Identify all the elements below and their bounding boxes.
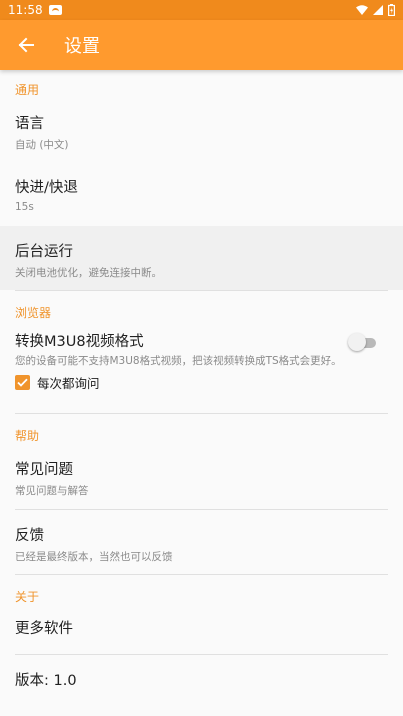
status-time: 11:58 bbox=[8, 3, 43, 17]
section-header-about: 关于 bbox=[15, 590, 40, 604]
pref-version[interactable]: 版本: 1.0 bbox=[0, 655, 403, 705]
pref-version-title: 版本: 1.0 bbox=[15, 673, 77, 689]
pref-background-run-summary: 关闭电池优化，避免连接中断。 bbox=[15, 267, 162, 279]
pref-feedback[interactable]: 反馈 已经是最终版本，当然也可以反馈 bbox=[0, 510, 403, 574]
settings-list: 通用 语言 自动 (中文) 快进/快退 15s 后台运行 关闭电池优化，避免连接… bbox=[0, 70, 403, 705]
ask-every-time-checkbox[interactable] bbox=[15, 375, 30, 390]
status-bar: 11:58 bbox=[0, 0, 403, 20]
pref-faq-title: 常见问题 bbox=[15, 462, 73, 478]
ask-every-time-row[interactable]: 每次都询问 bbox=[15, 373, 403, 392]
pref-faq[interactable]: 常见问题 常见问题与解答 bbox=[0, 444, 403, 509]
status-bar-right bbox=[356, 4, 395, 16]
pref-seek-title: 快进/快退 bbox=[15, 180, 78, 196]
app-notification-icon bbox=[48, 5, 62, 15]
pref-convert-m3u8-summary: 您的设备可能不支持M3U8格式视频，把该视频转换成TS格式会更好。 bbox=[15, 355, 342, 367]
pref-feedback-summary: 已经是最终版本，当然也可以反馈 bbox=[15, 551, 173, 563]
battery-icon bbox=[388, 4, 395, 16]
switch-thumb bbox=[348, 333, 366, 351]
pref-background-run-title: 后台运行 bbox=[15, 244, 73, 260]
pref-faq-summary: 常见问题与解答 bbox=[15, 485, 89, 497]
pref-seek[interactable]: 快进/快退 15s bbox=[0, 162, 403, 226]
app-toolbar: 设置 bbox=[0, 20, 403, 70]
pref-language-title: 语言 bbox=[15, 116, 44, 132]
wifi-icon bbox=[356, 5, 368, 15]
section-header-help: 帮助 bbox=[15, 429, 40, 443]
section-header-browser: 浏览器 bbox=[15, 306, 52, 320]
pref-seek-summary: 15s bbox=[15, 201, 34, 213]
back-button[interactable] bbox=[2, 20, 50, 70]
status-bar-left: 11:58 bbox=[8, 3, 62, 17]
pref-convert-m3u8[interactable]: 转换M3U8视频格式 您的设备可能不支持M3U8格式视频，把该视频转换成TS格式… bbox=[0, 321, 403, 413]
pref-language[interactable]: 语言 自动 (中文) bbox=[0, 98, 403, 162]
arrow-left-icon bbox=[18, 37, 34, 53]
pref-more-apps-title: 更多软件 bbox=[15, 621, 73, 637]
ask-every-time-label: 每次都询问 bbox=[37, 376, 100, 391]
check-icon bbox=[17, 378, 28, 387]
pref-more-apps[interactable]: 更多软件 bbox=[0, 605, 403, 654]
pref-feedback-title: 反馈 bbox=[15, 528, 44, 544]
section-header-general: 通用 bbox=[15, 83, 40, 97]
pref-language-summary: 自动 (中文) bbox=[15, 139, 69, 151]
pref-background-run[interactable]: 后台运行 关闭电池优化，避免连接中断。 bbox=[0, 226, 403, 290]
signal-icon bbox=[373, 5, 383, 15]
page-title: 设置 bbox=[64, 36, 100, 57]
convert-m3u8-switch[interactable] bbox=[348, 333, 378, 351]
pref-convert-m3u8-title: 转换M3U8视频格式 bbox=[15, 334, 144, 350]
